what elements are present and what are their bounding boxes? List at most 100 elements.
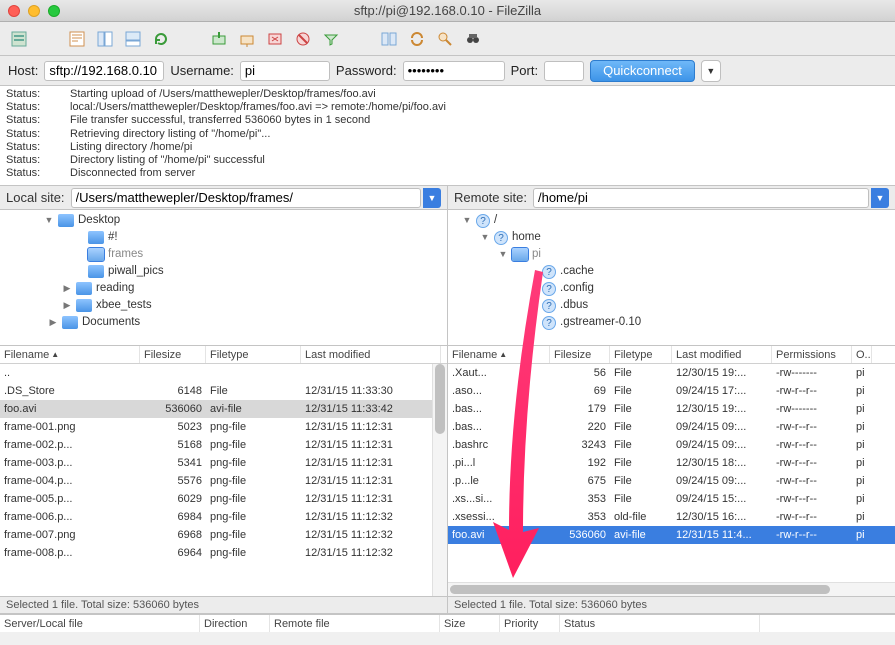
tree-item[interactable]: ▶ xbee_tests bbox=[0, 297, 447, 314]
tree-item[interactable]: ? .config bbox=[448, 280, 895, 297]
file-row[interactable]: .aso... 69 File 09/24/15 17:... -rw-r--r… bbox=[448, 382, 895, 400]
status-log[interactable]: Status:Starting upload of /Users/matthew… bbox=[0, 86, 895, 186]
port-input[interactable] bbox=[544, 61, 584, 81]
tree-item[interactable]: ? .dbus bbox=[448, 297, 895, 314]
file-row[interactable]: frame-002.p... 5168 png-file 12/31/15 11… bbox=[0, 436, 447, 454]
tree-item[interactable]: ▶ reading bbox=[0, 280, 447, 297]
tree-item-label: frames bbox=[108, 246, 143, 263]
queue-column-header[interactable]: Direction bbox=[200, 615, 270, 632]
quickconnect-history-dropdown[interactable]: ▼ bbox=[701, 60, 721, 82]
disclosure-icon[interactable]: ▼ bbox=[480, 229, 490, 246]
local-path-input[interactable] bbox=[71, 188, 421, 208]
disclosure-icon[interactable]: ▶ bbox=[62, 297, 72, 314]
tree-item-label: Desktop bbox=[78, 212, 120, 229]
column-header[interactable]: Filename bbox=[448, 346, 550, 363]
toggle-queue-icon[interactable] bbox=[122, 28, 144, 50]
queue-column-header[interactable]: Priority bbox=[500, 615, 560, 632]
remote-hscrollbar[interactable] bbox=[448, 582, 895, 596]
column-header[interactable]: Filename bbox=[0, 346, 140, 363]
file-row[interactable]: .Xaut... 56 File 12/30/15 19:... -rw----… bbox=[448, 364, 895, 382]
local-status: Selected 1 file. Total size: 536060 byte… bbox=[0, 596, 447, 614]
folder-unknown-icon: ? bbox=[476, 214, 490, 228]
file-row[interactable]: .bas... 220 File 09/24/15 09:... -rw-r--… bbox=[448, 418, 895, 436]
remote-path-input[interactable] bbox=[533, 188, 869, 208]
column-header[interactable]: Last modified bbox=[672, 346, 772, 363]
column-header[interactable]: Filetype bbox=[610, 346, 672, 363]
file-row[interactable]: frame-001.png 5023 png-file 12/31/15 11:… bbox=[0, 418, 447, 436]
file-row[interactable]: foo.avi 536060 avi-file 12/31/15 11:33:4… bbox=[0, 400, 447, 418]
search-icon[interactable] bbox=[434, 28, 456, 50]
disclosure-icon[interactable]: ▼ bbox=[44, 212, 54, 229]
file-row[interactable]: frame-005.p... 6029 png-file 12/31/15 11… bbox=[0, 490, 447, 508]
queue-column-header[interactable]: Status bbox=[560, 615, 760, 632]
password-input[interactable] bbox=[403, 61, 505, 81]
local-tree[interactable]: ▼ Desktop #! frames piwall_pics ▶ read bbox=[0, 210, 447, 346]
tree-item-label: home bbox=[512, 229, 541, 246]
local-path-dropdown-icon[interactable]: ▼ bbox=[423, 188, 441, 208]
file-row[interactable]: .DS_Store 6148 File 12/31/15 11:33:30 bbox=[0, 382, 447, 400]
queue-column-header[interactable]: Server/Local file bbox=[0, 615, 200, 632]
tree-item[interactable]: ? .cache bbox=[448, 263, 895, 280]
queue-column-header[interactable]: Remote file bbox=[270, 615, 440, 632]
quickconnect-button[interactable]: Quickconnect bbox=[590, 60, 695, 82]
compare-icon[interactable] bbox=[378, 28, 400, 50]
reconnect-icon[interactable] bbox=[292, 28, 314, 50]
tree-item[interactable]: ▼ ? / bbox=[448, 212, 895, 229]
queue-column-header[interactable]: Size bbox=[440, 615, 500, 632]
tree-item-label: piwall_pics bbox=[108, 263, 164, 280]
tree-item[interactable]: ? .gstreamer-0.10 bbox=[448, 314, 895, 331]
tree-item[interactable]: frames bbox=[0, 246, 447, 263]
file-row[interactable]: .bas... 179 File 12/30/15 19:... -rw----… bbox=[448, 400, 895, 418]
disconnect-icon[interactable] bbox=[264, 28, 286, 50]
binoculars-icon[interactable] bbox=[462, 28, 484, 50]
column-header[interactable]: Filesize bbox=[140, 346, 206, 363]
disclosure-icon[interactable]: ▼ bbox=[498, 246, 508, 263]
toggle-log-icon[interactable] bbox=[66, 28, 88, 50]
tree-item[interactable]: ▶ Documents bbox=[0, 314, 447, 331]
file-row[interactable]: .bashrc 3243 File 09/24/15 09:... -rw-r-… bbox=[448, 436, 895, 454]
sync-browse-icon[interactable] bbox=[406, 28, 428, 50]
remote-tree[interactable]: ▼ ? / ▼ ? home ▼ pi ? .cache ? .config bbox=[448, 210, 895, 346]
file-row[interactable]: .pi...l 192 File 12/30/15 18:... -rw-r--… bbox=[448, 454, 895, 472]
file-row[interactable]: .xsessi... 353 old-file 12/30/15 16:... … bbox=[448, 508, 895, 526]
tree-item[interactable]: ▼ ? home bbox=[448, 229, 895, 246]
local-filelist[interactable]: FilenameFilesizeFiletypeLast modified ..… bbox=[0, 346, 447, 596]
disclosure-icon[interactable]: ▶ bbox=[48, 314, 58, 331]
cancel-icon[interactable] bbox=[236, 28, 258, 50]
tree-item-label: Documents bbox=[82, 314, 140, 331]
refresh-icon[interactable] bbox=[150, 28, 172, 50]
username-input[interactable] bbox=[240, 61, 330, 81]
remote-filelist[interactable]: FilenameFilesizeFiletypeLast modifiedPer… bbox=[448, 346, 895, 596]
folder-icon bbox=[88, 248, 104, 261]
quickconnect-bar: Host: Username: Password: Port: Quickcon… bbox=[0, 56, 895, 86]
file-row[interactable]: .p...le 675 File 09/24/15 09:... -rw-r--… bbox=[448, 472, 895, 490]
toggle-tree-icon[interactable] bbox=[94, 28, 116, 50]
log-row: Status:local:/Users/matthewepler/Desktop… bbox=[6, 101, 889, 114]
file-row[interactable]: foo.avi 536060 avi-file 12/31/15 11:4...… bbox=[448, 526, 895, 544]
file-row[interactable]: frame-003.p... 5341 png-file 12/31/15 11… bbox=[0, 454, 447, 472]
file-row[interactable]: frame-004.p... 5576 png-file 12/31/15 11… bbox=[0, 472, 447, 490]
process-queue-icon[interactable] bbox=[208, 28, 230, 50]
column-header[interactable]: Filesize bbox=[550, 346, 610, 363]
disclosure-icon[interactable]: ▶ bbox=[62, 280, 72, 297]
file-row[interactable]: .xs...si... 353 File 09/24/15 15:... -rw… bbox=[448, 490, 895, 508]
tree-item[interactable]: ▼ Desktop bbox=[0, 212, 447, 229]
file-row[interactable]: frame-007.png 6968 png-file 12/31/15 11:… bbox=[0, 526, 447, 544]
disclosure-icon[interactable]: ▼ bbox=[462, 212, 472, 229]
filter-icon[interactable] bbox=[320, 28, 342, 50]
tree-item[interactable]: piwall_pics bbox=[0, 263, 447, 280]
site-manager-icon[interactable] bbox=[8, 28, 30, 50]
column-header[interactable]: O... bbox=[852, 346, 872, 363]
column-header[interactable]: Permissions bbox=[772, 346, 852, 363]
column-header[interactable]: Last modified bbox=[301, 346, 441, 363]
remote-path-dropdown-icon[interactable]: ▼ bbox=[871, 188, 889, 208]
local-scrollbar[interactable] bbox=[432, 364, 447, 596]
file-row[interactable]: .. bbox=[0, 364, 447, 382]
tree-item[interactable]: #! bbox=[0, 229, 447, 246]
file-row[interactable]: frame-006.p... 6984 png-file 12/31/15 11… bbox=[0, 508, 447, 526]
column-header[interactable]: Filetype bbox=[206, 346, 301, 363]
tree-item[interactable]: ▼ pi bbox=[448, 246, 895, 263]
host-input[interactable] bbox=[44, 61, 164, 81]
file-row[interactable]: frame-008.p... 6964 png-file 12/31/15 11… bbox=[0, 544, 447, 562]
folder-unknown-icon: ? bbox=[494, 231, 508, 245]
